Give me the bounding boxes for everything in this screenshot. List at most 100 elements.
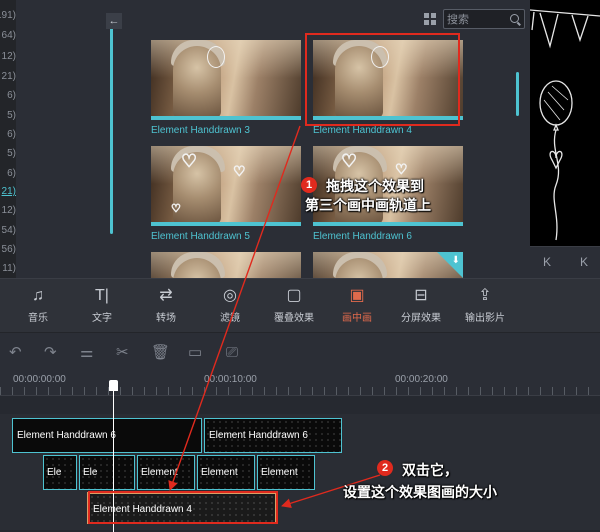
category-item-count[interactable]: 6)	[0, 129, 16, 140]
timeline-clip[interactable]: Element Handdrawn 6	[204, 418, 342, 453]
heart-icon: ♡	[171, 203, 182, 215]
tool-label: 转场	[156, 313, 176, 324]
ruler-ticks	[0, 387, 600, 395]
timeline-clip[interactable]: Element	[197, 455, 255, 490]
heart-icon: ♡	[180, 151, 198, 171]
library-scrollbar[interactable]	[516, 72, 519, 116]
effect-thumbnail-8[interactable]: ⬇	[313, 252, 463, 278]
video-editor-window: 191) 64) 12) 21) 6) 5) 6) 5) 6) 21) 12) 54) 56) 11) ←…	[0, 0, 600, 532]
tool-transition[interactable]: ⇄ 转场	[131, 285, 201, 324]
download-icon[interactable]: ⬇	[452, 256, 460, 266]
tool-music[interactable]: ♫ 音乐	[3, 285, 73, 324]
effect-preview-image	[151, 40, 301, 116]
back-arrow-icon[interactable]: ←	[106, 13, 122, 29]
delete-icon[interactable]: 🗑	[151, 345, 170, 360]
clip-label: Element Handdrawn 6	[209, 430, 308, 441]
balloon-icon	[207, 46, 225, 68]
category-item-count[interactable]: 21)	[0, 71, 16, 82]
timecode-label: 00:00:00:00	[13, 374, 66, 385]
thumbnail-label: Element Handdrawn 3	[151, 125, 250, 136]
transition-icon: ⇄	[159, 287, 173, 304]
tool-picture-in-picture[interactable]: ▣ 画中画	[322, 285, 392, 324]
undo-icon[interactable]: ↶	[9, 345, 22, 360]
music-note-icon: ♫	[32, 287, 44, 304]
effect-thumbnail-7[interactable]	[151, 252, 301, 278]
category-item-count[interactable]: 5)	[0, 110, 16, 121]
timeline-ruler[interactable]: 00:00:00:00 00:00:10:00 00:00:20:00	[0, 370, 600, 396]
timeline-clip[interactable]: Element Handdrawn 6	[12, 418, 202, 453]
heart-icon: ♡	[395, 161, 409, 177]
playhead-handle[interactable]	[109, 380, 118, 391]
cut-icon[interactable]: ✂	[116, 345, 129, 360]
callout-step1-line1: 拖拽这个效果到	[326, 178, 424, 194]
tool-label: 文字	[92, 313, 112, 324]
clip-label: Element	[201, 467, 238, 478]
handdrawn-preview-graphic	[530, 9, 600, 241]
thumbnail-accent-bar	[151, 222, 301, 226]
callout-step2-line1: 双击它，	[402, 462, 458, 478]
category-item-count[interactable]: 191)	[0, 10, 16, 21]
tool-overlay[interactable]: ▢ 覆叠效果	[259, 285, 329, 324]
category-item-count[interactable]: 12)	[0, 51, 16, 62]
timeline-clip[interactable]: Ele	[79, 455, 135, 490]
category-item-count[interactable]: 6)	[0, 90, 16, 101]
heart-icon: ♡	[340, 151, 358, 171]
step-badge-1: 1	[301, 177, 317, 193]
thumbnail-label: Element Handdrawn 4	[313, 125, 412, 136]
callout-step2-line2: 设置这个效果图画的大小	[343, 484, 497, 500]
step-badge-2: 2	[377, 460, 393, 476]
timecode-label: 00:00:10:00	[204, 374, 257, 385]
tool-label: 音乐	[28, 313, 48, 324]
tool-label: 覆叠效果	[274, 313, 314, 324]
previous-frame-button[interactable]: K	[543, 255, 551, 269]
snapshot-icon[interactable]: ⎚	[226, 345, 238, 360]
tool-label: 画中画	[342, 313, 372, 324]
heart-icon: ♡	[233, 163, 247, 179]
crop-icon[interactable]: ▭	[188, 345, 202, 360]
category-item-count[interactable]: 21)	[0, 186, 16, 197]
annotation-highlight-box	[88, 491, 278, 524]
redo-icon[interactable]: ↷	[44, 345, 57, 360]
category-item-count[interactable]: 11)	[0, 263, 16, 274]
edit-toolbar: ↶ ↷ ⚌ ✂ 🗑 ▭ ⎚	[0, 332, 600, 370]
category-item-count[interactable]: 54)	[0, 225, 16, 236]
tool-filter[interactable]: ◎ 滤镜	[195, 285, 265, 324]
tool-label: 输出影片	[465, 313, 505, 324]
category-item-count[interactable]: 56)	[0, 244, 16, 255]
category-item-count[interactable]: 12)	[0, 205, 16, 216]
split-screen-icon: ⊟	[414, 287, 428, 304]
clip-label: Ele	[83, 467, 98, 478]
category-scrollbar[interactable]	[110, 22, 113, 234]
annotation-highlight-box	[305, 33, 460, 126]
timeline-clip[interactable]: Element	[257, 455, 315, 490]
grid-view-icon[interactable]	[424, 13, 436, 25]
category-panel	[16, 0, 122, 278]
timeline-clip[interactable]: Ele	[43, 455, 77, 490]
effect-preview-image	[151, 252, 301, 278]
thumbnail-accent-bar	[313, 222, 463, 226]
effect-preview-image: ♡ ♡ ♡	[151, 146, 301, 222]
overlay-icon: ▢	[286, 287, 302, 304]
adjust-icon[interactable]: ⚌	[80, 345, 93, 360]
clip-label: Element	[261, 467, 298, 478]
timeline-clip[interactable]: Element	[137, 455, 195, 490]
tool-label: 滤镜	[220, 313, 240, 324]
export-icon: ⇪	[478, 287, 492, 304]
next-frame-button[interactable]: K	[580, 255, 588, 269]
category-list: 191) 64) 12) 21) 6) 5) 6) 5) 6) 21) 12) 54) 56) 11)	[0, 0, 16, 278]
category-item-count[interactable]: 5)	[0, 148, 16, 159]
tool-text[interactable]: T| 文字	[67, 285, 137, 324]
category-item-count[interactable]: 6)	[0, 168, 16, 179]
search-icon[interactable]	[510, 14, 519, 23]
thumbnail-accent-bar	[151, 116, 301, 120]
clip-label: Ele	[47, 467, 62, 478]
tool-export[interactable]: ⇪ 输出影片	[450, 285, 520, 324]
tool-split-screen[interactable]: ⊟ 分屏效果	[386, 285, 456, 324]
category-item-count[interactable]: 64)	[0, 30, 16, 41]
search-box[interactable]	[443, 9, 525, 29]
thumbnail-label: Element Handdrawn 5	[151, 231, 250, 242]
search-input[interactable]	[447, 12, 505, 27]
pip-icon: ▣	[349, 287, 365, 304]
thumbnail-label: Element Handdrawn 6	[313, 231, 412, 242]
timecode-label: 00:00:20:00	[395, 374, 448, 385]
